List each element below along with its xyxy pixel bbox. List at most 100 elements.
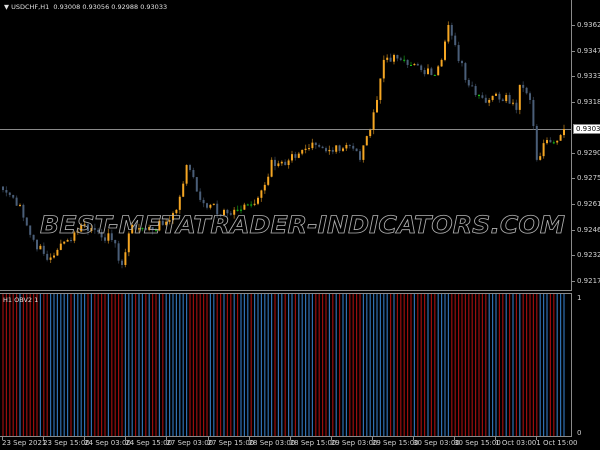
price-tick xyxy=(572,178,575,180)
candle-body xyxy=(46,253,49,260)
time-tick xyxy=(248,437,250,440)
candle-body xyxy=(42,245,45,254)
candle-body xyxy=(522,84,525,88)
candle-body xyxy=(393,54,395,62)
time-tick xyxy=(2,437,3,440)
candle-body xyxy=(362,145,365,160)
candle-body xyxy=(481,95,484,98)
price-tick-label: 0.92900 xyxy=(577,148,600,157)
time-tick-label: 1 Oct 03:00 xyxy=(495,439,537,447)
collapse-triangle-icon[interactable]: ▼ xyxy=(4,3,9,11)
candle-body xyxy=(372,112,375,130)
indicator-title: H1 OBV2 1 xyxy=(3,296,39,304)
time-tick xyxy=(289,437,291,440)
candle-body xyxy=(199,191,202,200)
candle-body xyxy=(32,234,35,240)
candle-body xyxy=(478,95,480,97)
time-tick xyxy=(371,437,373,440)
candle-body xyxy=(399,58,402,60)
candle-body xyxy=(121,260,123,265)
candle-body xyxy=(49,257,52,260)
time-tick-label: 30 Sep 03:00 xyxy=(413,439,460,447)
candle-body xyxy=(348,144,351,146)
candle-body xyxy=(206,203,208,208)
candle-body xyxy=(471,85,474,87)
price-tick xyxy=(572,50,575,52)
candle-body xyxy=(39,245,42,250)
candle-body xyxy=(304,148,307,150)
candle-body xyxy=(294,154,297,158)
candle-body xyxy=(301,149,304,154)
candle-body xyxy=(369,129,372,137)
candle-body xyxy=(291,154,293,161)
candle-body xyxy=(342,148,344,151)
indicator-axis-max: 1 xyxy=(577,294,582,302)
candle-body xyxy=(457,45,460,62)
candle-body xyxy=(331,149,334,152)
time-tick-label: 30 Sep 15:00 xyxy=(454,439,501,447)
candle-body xyxy=(195,177,198,192)
candle-body xyxy=(202,199,205,204)
candle-body xyxy=(427,68,429,75)
candle-body xyxy=(178,196,181,210)
candle-body xyxy=(539,156,542,160)
candle-body xyxy=(505,95,508,102)
candle-body xyxy=(124,252,127,265)
candle-body xyxy=(12,194,15,198)
candle-body xyxy=(413,64,416,66)
candle-body xyxy=(416,64,419,66)
candle-body xyxy=(389,57,392,62)
time-tick-label: 27 Sep 15:00 xyxy=(207,439,255,447)
candle-body xyxy=(260,190,263,198)
candle-body xyxy=(189,165,191,170)
candle-body xyxy=(525,87,528,94)
candle-body xyxy=(182,183,185,197)
candle-body xyxy=(25,217,28,226)
candle-body xyxy=(53,255,55,258)
candle-body xyxy=(355,148,358,152)
candle-body xyxy=(59,243,62,250)
candle-body xyxy=(274,159,276,166)
price-tick xyxy=(572,102,575,104)
candle-body xyxy=(474,86,477,96)
price-tick xyxy=(572,204,575,205)
time-tick-label: 28 Sep 15:00 xyxy=(289,439,337,447)
watermark: BEST-METATRADER-INDICATORS.COM xyxy=(40,211,565,239)
candle-body xyxy=(444,41,446,60)
candle-body xyxy=(8,192,11,195)
candle-body xyxy=(491,95,494,100)
candle-body xyxy=(447,25,450,42)
candle-body xyxy=(19,204,21,206)
price-tick xyxy=(572,152,575,154)
ohlc-values: 0.93008 0.93056 0.92988 0.93033 xyxy=(53,3,168,11)
time-tick-label: 29 Sep 15:00 xyxy=(371,439,419,447)
symbol-header: ▼ USDCHF,H1 0.93008 0.93056 0.92988 0.93… xyxy=(4,3,167,11)
candle-body xyxy=(287,160,290,166)
candle-body xyxy=(270,159,273,177)
candle-body xyxy=(192,169,195,178)
candle-body xyxy=(508,95,511,104)
current-price-label: 0.93033 xyxy=(573,124,600,134)
time-tick xyxy=(43,437,45,440)
candle-body xyxy=(379,78,382,100)
time-tick xyxy=(84,437,86,440)
price-tick-label: 0.93185 xyxy=(577,98,600,107)
candle-body xyxy=(70,239,72,241)
candle-body xyxy=(63,241,66,244)
candle-body xyxy=(328,149,331,152)
candle-body xyxy=(209,204,212,208)
candle-body xyxy=(308,148,310,150)
candle-body xyxy=(382,59,385,79)
candle-body xyxy=(314,142,317,145)
time-tick xyxy=(125,437,127,440)
candle-body xyxy=(498,93,501,100)
candle-body xyxy=(542,143,545,157)
candle-body xyxy=(437,66,440,76)
candle-body xyxy=(365,136,368,146)
price-tick xyxy=(572,255,575,257)
time-tick xyxy=(413,437,414,440)
time-tick-label: 28 Sep 03:00 xyxy=(248,439,296,447)
candle-body xyxy=(15,197,18,206)
candle-body xyxy=(454,35,457,46)
candle-body xyxy=(311,142,314,149)
